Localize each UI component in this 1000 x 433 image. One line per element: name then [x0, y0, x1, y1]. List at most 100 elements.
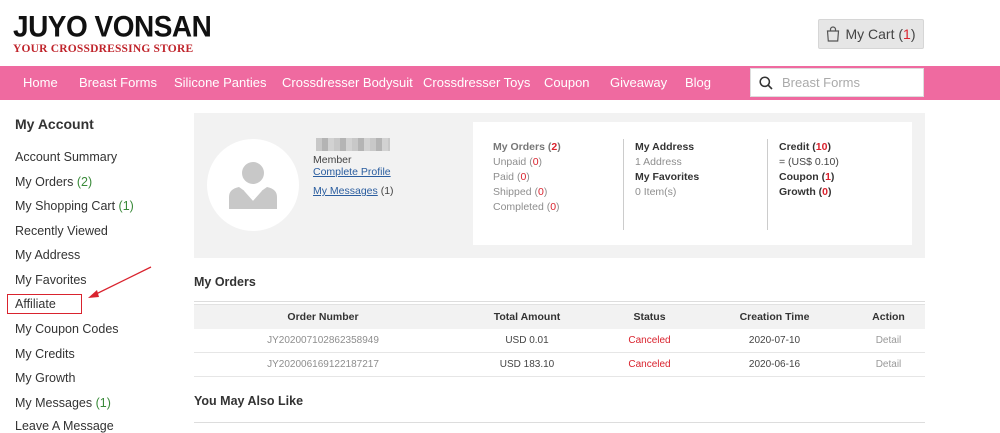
stat-paid[interactable]: Paid (0): [493, 170, 623, 185]
address-favorites-stats: My Address 1 Address My Favorites 0 Item…: [635, 140, 765, 200]
nav-blog[interactable]: Blog: [685, 66, 711, 100]
sidebar-item-label: Leave A Message: [15, 419, 114, 433]
credit-stats: Credit (10) = (US$ 0.10) Coupon (1) Grow…: [779, 140, 909, 200]
cart-count-close: ): [910, 26, 916, 42]
order-number[interactable]: JY202006169122187217: [194, 352, 452, 377]
orders-section-title: My Orders: [194, 275, 256, 289]
order-number[interactable]: JY202007102862358949: [194, 328, 452, 353]
sidebar-item-label: My Address: [15, 248, 81, 262]
stats-divider: [767, 139, 768, 230]
sidebar-item-label: Account Summary: [15, 150, 118, 164]
nav-silicone-panties[interactable]: Silicone Panties: [174, 66, 267, 100]
col-order-number: Order Number: [194, 304, 452, 329]
my-favorites-title[interactable]: My Favorites: [635, 170, 765, 185]
order-amount: USD 0.01: [452, 328, 602, 353]
sidebar-item-my-favorites[interactable]: My Favorites: [15, 273, 87, 287]
sidebar-item-label: My Messages: [15, 396, 93, 410]
table-header-row: Order Number Total Amount Status Creatio…: [194, 304, 925, 329]
stat-completed[interactable]: Completed (0): [493, 200, 623, 215]
section-divider: [194, 422, 925, 423]
address-count: 1 Address: [635, 156, 682, 168]
section-divider: [194, 301, 925, 302]
sidebar-item-leave-message[interactable]: Leave A Message: [15, 419, 114, 433]
shopping-bag-icon: [827, 26, 840, 42]
table-row: JY202006169122187217 USD 183.10 Canceled…: [194, 352, 925, 377]
logo-wordmark: JUYO VONSAN: [13, 10, 212, 43]
order-amount: USD 183.10: [452, 352, 602, 377]
username-blurred: [316, 138, 390, 151]
order-status: Canceled: [602, 328, 697, 353]
coupon-line[interactable]: Coupon (1): [779, 170, 909, 185]
sidebar-item-my-credits[interactable]: My Credits: [15, 347, 75, 361]
order-detail-link[interactable]: Detail: [852, 352, 925, 377]
sidebar-item-recently-viewed[interactable]: Recently Viewed: [15, 224, 108, 238]
nav-breast-forms[interactable]: Breast Forms: [79, 66, 157, 100]
orders-table: Order Number Total Amount Status Creatio…: [194, 304, 925, 377]
site-header: JUYO VONSAN YOUR CROSSDRESSING STORE My …: [0, 0, 1000, 66]
cart-count: 1: [903, 26, 911, 42]
my-messages-link[interactable]: My Messages: [313, 185, 378, 197]
sidebar-item-label: My Growth: [15, 371, 76, 385]
nav-coupon[interactable]: Coupon: [544, 66, 590, 100]
sidebar-item-my-address[interactable]: My Address: [15, 248, 80, 262]
sidebar-item-label: My Shopping Cart: [15, 199, 116, 213]
order-detail-link[interactable]: Detail: [852, 328, 925, 353]
cart-button[interactable]: My Cart (1): [818, 19, 924, 49]
col-total-amount: Total Amount: [452, 304, 602, 329]
sidebar-item-label: My Orders: [15, 175, 74, 189]
stats-divider: [623, 139, 624, 230]
orders-stats-title[interactable]: My Orders (2): [493, 140, 623, 155]
search-icon[interactable]: [759, 75, 773, 90]
stat-shipped[interactable]: Shipped (0): [493, 185, 623, 200]
default-user-icon: [229, 162, 277, 209]
sidebar-item-my-orders[interactable]: My Orders (2): [15, 175, 92, 189]
table-row: JY202007102862358949 USD 0.01 Canceled 2…: [194, 328, 925, 353]
sidebar-item-count: (1): [118, 199, 134, 213]
sidebar-item-account-summary[interactable]: Account Summary: [15, 150, 117, 164]
nav-giveaway[interactable]: Giveaway: [610, 66, 667, 100]
annotation-arrow-icon: [88, 266, 152, 298]
sidebar-item-count: (2): [76, 175, 93, 189]
sidebar-item-label: My Credits: [15, 347, 75, 361]
sidebar-item-label: Recently Viewed: [15, 224, 108, 238]
growth-line[interactable]: Growth (0): [779, 185, 909, 200]
my-address-title[interactable]: My Address: [635, 140, 765, 155]
also-like-title: You May Also Like: [194, 394, 304, 408]
sidebar-item-count: (1): [95, 396, 111, 410]
messages-count: (1): [380, 185, 394, 197]
sidebar-item-label: My Coupon Codes: [15, 322, 119, 336]
col-creation-time: Creation Time: [697, 304, 852, 329]
order-date: 2020-07-10: [697, 328, 852, 353]
orders-stats: My Orders (2) Unpaid (0) Paid (0) Shippe…: [493, 140, 623, 215]
member-level: Member: [313, 154, 352, 166]
credit-usd: = (US$ 0.10): [779, 156, 839, 168]
profile-panel: Member Complete Profile My Messages (1) …: [194, 113, 925, 258]
search-box: [750, 68, 924, 97]
col-status: Status: [602, 304, 697, 329]
credit-line[interactable]: Credit (10): [779, 140, 909, 155]
order-date: 2020-06-16: [697, 352, 852, 377]
logo-tagline: YOUR CROSSDRESSING STORE: [13, 43, 194, 55]
favorites-count: 0 Item(s): [635, 186, 677, 198]
site-logo[interactable]: JUYO VONSAN YOUR CROSSDRESSING STORE: [13, 10, 212, 55]
cart-label: My Cart: [845, 26, 895, 42]
nav-crossdresser-toys[interactable]: Crossdresser Toys: [423, 66, 530, 100]
order-status: Canceled: [602, 352, 697, 377]
complete-profile-link[interactable]: Complete Profile: [313, 166, 391, 178]
sidebar-item-my-growth[interactable]: My Growth: [15, 371, 75, 385]
nav-home[interactable]: Home: [23, 66, 58, 100]
affiliate-highlight-box: [7, 294, 82, 314]
sidebar-item-shopping-cart[interactable]: My Shopping Cart (1): [15, 199, 134, 213]
sidebar-item-label: My Favorites: [15, 273, 87, 287]
nav-crossdresser-bodysuit[interactable]: Crossdresser Bodysuit: [282, 66, 413, 100]
profile-messages: My Messages (1): [313, 185, 394, 197]
stat-unpaid[interactable]: Unpaid (0): [493, 155, 623, 170]
search-input[interactable]: [782, 75, 912, 90]
account-sidebar: My Account: [15, 116, 94, 132]
sidebar-title: My Account: [15, 116, 94, 132]
stats-card: My Orders (2) Unpaid (0) Paid (0) Shippe…: [473, 122, 912, 245]
sidebar-item-my-messages[interactable]: My Messages (1): [15, 396, 111, 410]
sidebar-item-coupon-codes[interactable]: My Coupon Codes: [15, 322, 119, 336]
avatar[interactable]: [207, 139, 299, 231]
col-action: Action: [852, 304, 925, 329]
